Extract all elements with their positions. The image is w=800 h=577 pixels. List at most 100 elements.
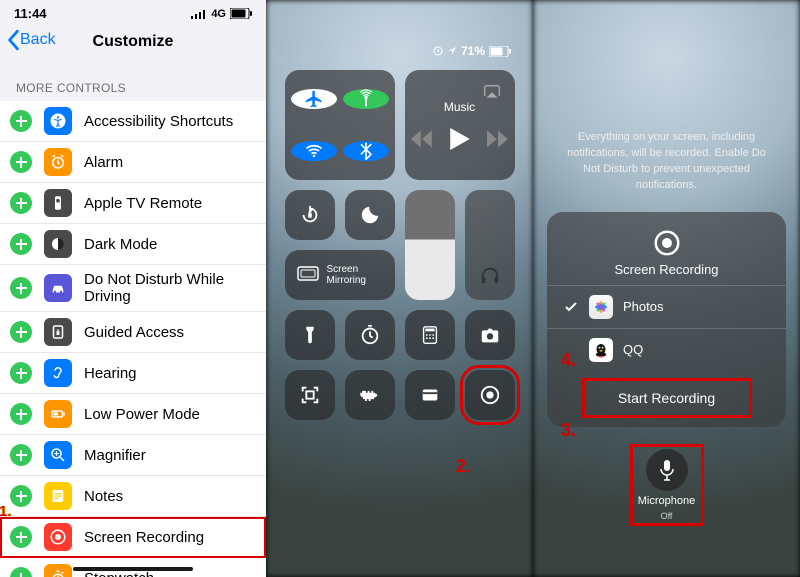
chevron-left-icon [6,29,20,51]
control-label: Screen Recording [84,529,204,546]
control-row-magnifier[interactable]: Magnifier [0,435,266,476]
start-recording-button[interactable]: Start Recording [587,383,747,413]
next-icon[interactable] [487,128,509,150]
screen-mirroring-button[interactable]: Screen Mirroring [285,250,395,300]
app-name: Photos [623,299,663,314]
step-2-label: 2. [456,456,471,477]
music-widget[interactable]: Music [405,70,515,180]
back-button[interactable]: Back [6,29,56,51]
add-button[interactable] [10,362,32,384]
prev-icon[interactable] [411,128,433,150]
battery-icon [44,400,72,428]
hearing-icon [44,359,72,387]
control-center-panel: 71% Music [266,0,533,577]
control-label: Accessibility Shortcuts [84,113,233,130]
control-row-dark-mode[interactable]: Dark Mode [0,224,266,265]
qr-scanner-icon [299,384,321,406]
nav-bar: Back Customize [0,21,266,63]
add-button[interactable] [10,110,32,132]
airplane-toggle[interactable] [291,89,337,109]
flashlight-button[interactable] [285,310,335,360]
wifi-icon [304,141,324,161]
airplay-icon[interactable] [481,82,503,109]
control-row-remote[interactable]: Apple TV Remote [0,183,266,224]
timer-button[interactable] [345,310,395,360]
music-title: Music [444,100,475,114]
home-indicator[interactable] [73,567,193,571]
connectivity-group[interactable] [285,70,395,180]
camera-button[interactable] [465,310,515,360]
control-label: Low Power Mode [84,406,200,423]
bluetooth-icon [356,141,376,161]
airplane-icon [304,89,324,109]
status-bar: 11:44 4G [0,0,266,21]
add-button[interactable] [10,485,32,507]
signal-icon [191,9,207,19]
control-label: Magnifier [84,447,146,464]
control-row-guided-access[interactable]: Guided Access [0,312,266,353]
add-button[interactable] [10,321,32,343]
add-button[interactable] [10,151,32,173]
music-controls [411,128,509,150]
mic-label: Microphone [638,495,695,507]
control-row-accessibility[interactable]: Accessibility Shortcuts [0,101,266,142]
control-label: Notes [84,488,123,505]
orientation-lock-button[interactable] [285,190,335,240]
qr-scanner-button[interactable] [285,370,335,420]
bluetooth-toggle[interactable] [343,141,389,161]
app-row-photos[interactable]: Photos [547,286,786,329]
add-button[interactable] [10,277,32,299]
play-icon[interactable] [449,128,471,150]
control-row-alarm[interactable]: Alarm [0,142,266,183]
calculator-button[interactable] [405,310,455,360]
control-row-record[interactable]: Screen Recording1. [0,517,266,558]
remote-icon [44,189,72,217]
add-button[interactable] [10,192,32,214]
add-button[interactable] [10,567,32,577]
voice-memo-icon [359,384,381,406]
microphone-toggle[interactable]: Microphone Off [635,449,699,521]
location-icon [447,46,457,56]
settings-panel: 11:44 4G Back Customize MORE CONTROLS Ac… [0,0,266,577]
app-name: QQ [623,342,643,357]
control-row-hearing[interactable]: Hearing [0,353,266,394]
mirror-label: Screen Mirroring [327,264,366,286]
screen-record-button[interactable] [465,370,515,420]
alarm-indicator-icon [433,46,443,56]
volume-slider[interactable] [465,190,515,300]
add-button[interactable] [10,526,32,548]
battery-icon [230,8,252,19]
photos-app-icon [589,295,613,319]
step-1-label: 1. [0,503,12,520]
controls-list: Accessibility Shortcuts Alarm Apple TV Rem… [0,101,266,577]
page-title: Customize [93,33,174,51]
control-row-car[interactable]: Do Not Disturb While Driving [0,265,266,312]
recording-warning: Everything on your screen, including not… [533,0,800,212]
do-not-disturb-button[interactable] [345,190,395,240]
add-button[interactable] [10,233,32,255]
voice-memo-button[interactable] [345,370,395,420]
app-row-qq[interactable]: QQ [547,329,786,371]
wallet-button[interactable] [405,370,455,420]
battery-icon [489,46,511,57]
wifi-toggle[interactable] [291,141,337,161]
calculator-icon [419,324,441,346]
control-label: Apple TV Remote [84,195,202,212]
control-row-notes[interactable]: Notes [0,476,266,517]
stopwatch-icon [44,564,72,577]
add-button[interactable] [10,403,32,425]
control-label: Alarm [84,154,123,171]
control-row-battery[interactable]: Low Power Mode [0,394,266,435]
accessibility-icon [44,107,72,135]
do-not-disturb-icon [359,204,381,226]
magnifier-icon [44,441,72,469]
cellular-toggle[interactable] [343,89,389,109]
add-button[interactable] [10,444,32,466]
control-label: Guided Access [84,324,184,341]
brightness-slider[interactable] [405,190,455,300]
step-3-label: 3. [561,420,576,441]
control-center-grid: Music Screen [266,60,533,420]
antenna-icon [356,89,376,109]
recording-sheet: Screen Recording PhotosQQ Start Recordin… [547,212,786,427]
dark-mode-icon [44,230,72,258]
